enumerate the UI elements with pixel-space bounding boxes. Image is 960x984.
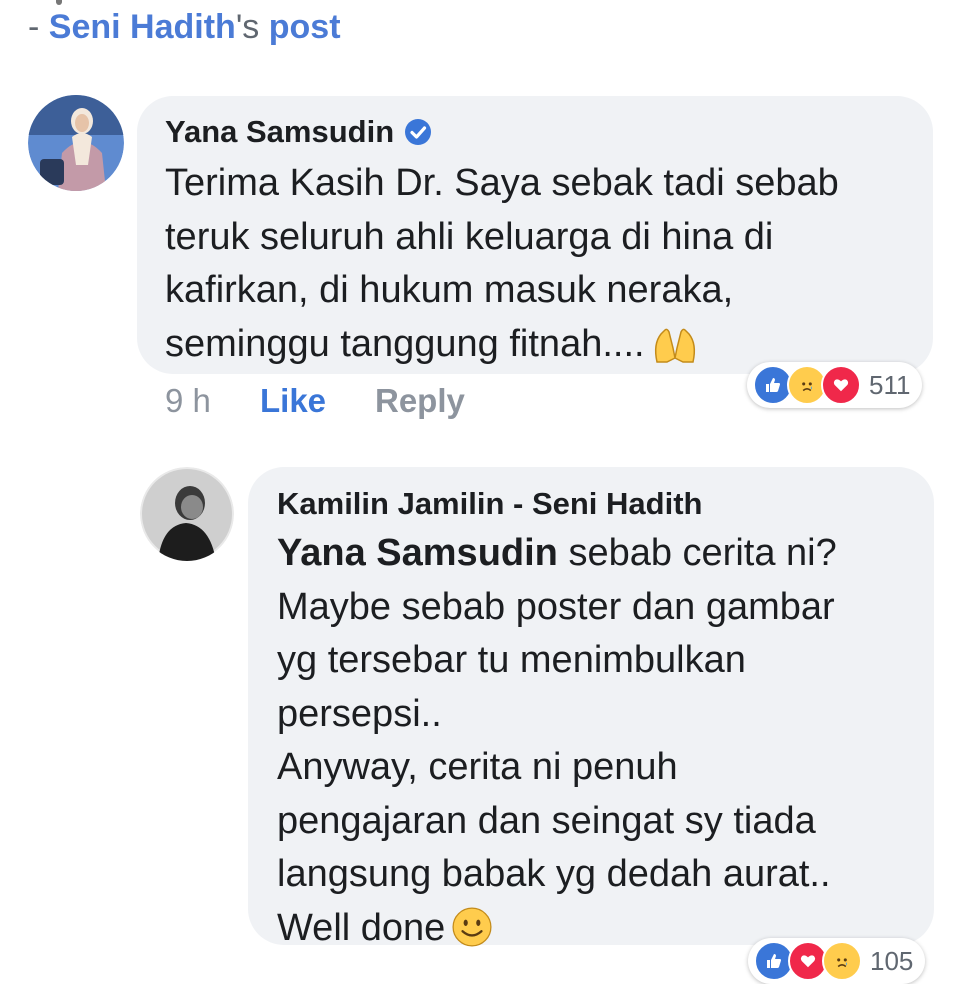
post-origin-author[interactable]: Seni Hadith [49, 8, 236, 46]
comment-line: kafirkan, di hukum masuk neraka, [165, 269, 734, 311]
comment-line-last: seminggu tanggung fitnah.... [165, 318, 839, 380]
comment-text: Terima Kasih Dr. Saya sebak tadi sebab t… [165, 157, 839, 379]
avatar-kamilin-jamilin[interactable] [140, 467, 234, 561]
post-link-ellipsis-dot [56, 0, 62, 5]
avatar-photo [28, 95, 124, 191]
comment-author-name[interactable]: Kamilin Jamilin - Seni Hadith [277, 486, 702, 522]
comment-line: teruk seluruh ahli keluarga di hina di [165, 215, 774, 258]
comment-timestamp[interactable]: 9 h [165, 382, 211, 420]
comment-line: Anyway, cerita ni penuh [277, 746, 678, 788]
smiley-icon [451, 906, 493, 964]
comment-text: Yana Samsudin sebab cerita ni? Maybe seb… [277, 527, 837, 963]
reaction-summary[interactable]: 511 [747, 362, 923, 408]
comment-line: persepsi.. [277, 692, 442, 735]
post-origin-possessive: 's [235, 8, 260, 46]
post-origin-prefix: - [28, 8, 49, 46]
reaction-count: 105 [870, 945, 914, 976]
comment-line: langsung babak yg dedah aurat.. [277, 853, 831, 895]
reaction-count: 511 [869, 369, 911, 400]
sad-icon [822, 941, 862, 981]
comment-author-name[interactable]: Yana Samsudin [165, 114, 432, 150]
comment-line: Terima Kasih Dr. Saya sebak tadi sebab [165, 162, 839, 204]
avatar-yana-samsudin[interactable] [28, 95, 124, 191]
comment-line: pengajaran dan seingat sy tiada [277, 799, 816, 842]
avatar-photo [140, 467, 234, 561]
comment-line-text: sebab cerita ni? [557, 532, 837, 574]
reply-button[interactable]: Reply [375, 382, 465, 420]
verified-badge-icon [404, 118, 432, 146]
praying-hands-icon [651, 324, 699, 380]
mention-link[interactable]: Yana Samsudin [277, 532, 558, 574]
comment-line: Maybe sebab poster dan gambar [277, 585, 835, 628]
comment-line-first: Yana Samsudin sebab cerita ni? [277, 527, 837, 581]
like-button[interactable]: Like [260, 382, 326, 420]
comment-line-text: seminggu tanggung fitnah.... [165, 322, 645, 365]
comment-line-text: Well done [277, 906, 446, 949]
post-origin-suffix[interactable]: post [259, 8, 341, 46]
comment-line: yg tersebar tu menimbulkan [277, 639, 746, 681]
post-origin-link[interactable]: - Seni Hadith's post [28, 8, 341, 47]
author-name-text[interactable]: Kamilin Jamilin - Seni Hadith [277, 486, 702, 522]
author-name-text[interactable]: Yana Samsudin [165, 114, 394, 150]
love-icon [821, 365, 861, 405]
reaction-summary[interactable]: 105 [748, 938, 926, 984]
